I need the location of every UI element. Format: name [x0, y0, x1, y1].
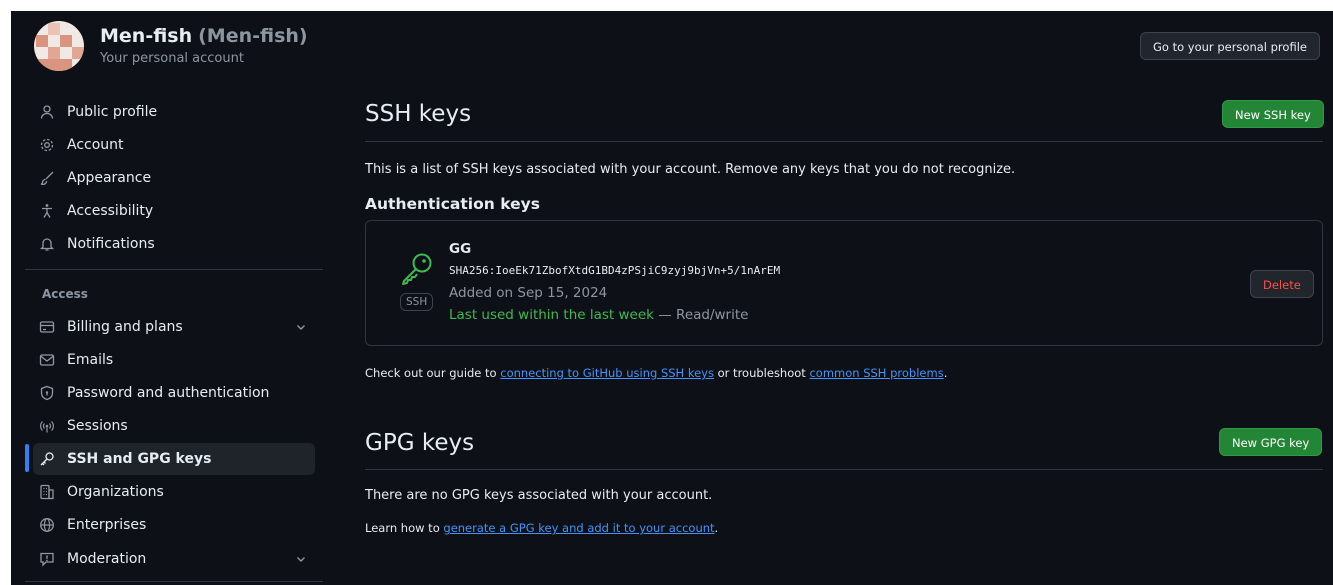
globe-icon — [40, 518, 54, 532]
sidebar-item-label: Accessibility — [67, 203, 154, 219]
gpg-empty-text: There are no GPG keys associated with yo… — [365, 488, 713, 503]
sidebar-item-emails[interactable]: Emails — [33, 344, 315, 376]
sidebar-item-label: Emails — [67, 352, 114, 368]
key-icon — [40, 452, 54, 466]
go-to-profile-button[interactable]: Go to your personal profile — [1140, 32, 1320, 60]
broadcast-icon — [40, 421, 54, 433]
sidebar-item-sessions[interactable]: Sessions — [33, 410, 315, 442]
sidebar-item-label: Password and authentication — [67, 385, 270, 401]
sidebar-item-billing[interactable]: Billing and plans — [33, 311, 315, 343]
sidebar-item-account[interactable]: Account — [33, 129, 315, 161]
ssh-key-item: SSH GG SHA256:IoeEk71ZbofXtdG1BD4zPSjiC9… — [365, 220, 1323, 346]
delete-ssh-key-button[interactable]: Delete — [1250, 270, 1314, 298]
key-icon — [402, 253, 432, 285]
screenshot-frame: Men-fish (Men-fish) Your personal account… — [0, 0, 1333, 585]
new-gpg-key-button[interactable]: New GPG key — [1219, 428, 1323, 456]
learn-suffix: . — [714, 521, 719, 535]
section-divider — [365, 141, 1323, 142]
paintbrush-icon — [40, 171, 54, 186]
bell-icon — [39, 238, 55, 251]
new-ssh-key-button[interactable]: New SSH key — [1222, 100, 1324, 128]
ssh-key-added-date: Added on Sep 15, 2024 — [449, 285, 608, 301]
sidebar-item-organizations[interactable]: Organizations — [33, 476, 315, 508]
gpg-keys-title: GPG keys — [365, 430, 475, 456]
settings-page: Men-fish (Men-fish) Your personal account… — [11, 11, 1333, 585]
chevron-down-icon[interactable] — [295, 553, 307, 565]
ssh-key-fingerprint: SHA256:IoeEk71ZbofXtdG1BD4zPSjiC9zyj9bjV… — [449, 264, 781, 277]
account-name[interactable]: Men-fish (Men-fish) — [100, 25, 308, 47]
sidebar-item-public-profile[interactable]: Public profile — [33, 96, 315, 128]
sidebar-active-indicator — [25, 444, 29, 472]
sidebar-item-label: Public profile — [67, 104, 158, 120]
learn-prefix: Learn how to — [365, 521, 444, 535]
guide-suffix: . — [943, 366, 948, 380]
sidebar-item-appearance[interactable]: Appearance — [33, 162, 315, 194]
ssh-guide-text: Check out our guide to connecting to Git… — [365, 366, 947, 380]
gear-icon — [40, 138, 54, 152]
gpg-guide-link[interactable]: generate a GPG key and add it to your ac… — [443, 521, 714, 535]
last-used-text: Last used within the last week — [449, 307, 654, 323]
person-icon — [40, 105, 54, 119]
ssh-keys-title: SSH keys — [365, 101, 472, 127]
sidebar-item-label: Account — [67, 137, 124, 153]
sidebar-item-label: Appearance — [67, 170, 152, 186]
ssh-badge: SSH — [400, 293, 434, 311]
sidebar-item-label: Billing and plans — [67, 319, 183, 335]
chevron-down-icon[interactable] — [295, 321, 307, 333]
guide-prefix: Check out our guide to — [365, 366, 501, 380]
authentication-keys-heading: Authentication keys — [365, 195, 540, 213]
sidebar-item-label: SSH and GPG keys — [67, 451, 212, 467]
sidebar-item-label: Moderation — [67, 551, 147, 567]
guide-middle: or troubleshoot — [713, 366, 810, 380]
avatar[interactable] — [34, 21, 84, 71]
sidebar-item-moderation[interactable]: Moderation — [33, 543, 315, 575]
ssh-key-last-used: Last used within the last week — Read/wr… — [449, 307, 748, 323]
sidebar-item-ssh-gpg-keys[interactable]: SSH and GPG keys — [33, 443, 315, 475]
sidebar-item-label: Notifications — [67, 236, 155, 252]
ssh-guide-link[interactable]: connecting to GitHub using SSH keys — [500, 366, 714, 380]
sidebar-item-label: Organizations — [67, 484, 164, 500]
account-display-name: Men-fish — [100, 25, 193, 47]
organization-icon — [40, 484, 54, 500]
ssh-troubleshoot-link[interactable]: common SSH problems — [809, 366, 943, 380]
sidebar-divider — [25, 269, 323, 270]
ssh-key-title: GG — [449, 241, 472, 257]
report-icon — [40, 552, 54, 567]
sidebar-item-label: Enterprises — [67, 517, 147, 533]
section-divider — [365, 469, 1323, 470]
access-level: — Read/write — [653, 307, 749, 323]
mail-icon — [39, 354, 55, 366]
sidebar-item-enterprises[interactable]: Enterprises — [33, 509, 315, 541]
sidebar-heading-access: Access — [42, 287, 88, 301]
sidebar-item-password-authentication[interactable]: Password and authentication — [33, 377, 315, 409]
sidebar-item-label: Sessions — [67, 418, 128, 434]
sidebar-item-notifications[interactable]: Notifications — [33, 228, 315, 260]
accessibility-icon — [42, 204, 52, 218]
ssh-description: This is a list of SSH keys associated wi… — [365, 162, 1016, 177]
account-handle: (Men-fish) — [198, 25, 308, 47]
gpg-learn-text: Learn how to generate a GPG key and add … — [365, 521, 718, 535]
shield-lock-icon — [40, 385, 54, 401]
account-subtitle: Your personal account — [100, 51, 244, 66]
sidebar-item-accessibility[interactable]: Accessibility — [33, 195, 315, 227]
credit-card-icon — [39, 321, 55, 333]
sidebar-divider — [25, 581, 323, 582]
